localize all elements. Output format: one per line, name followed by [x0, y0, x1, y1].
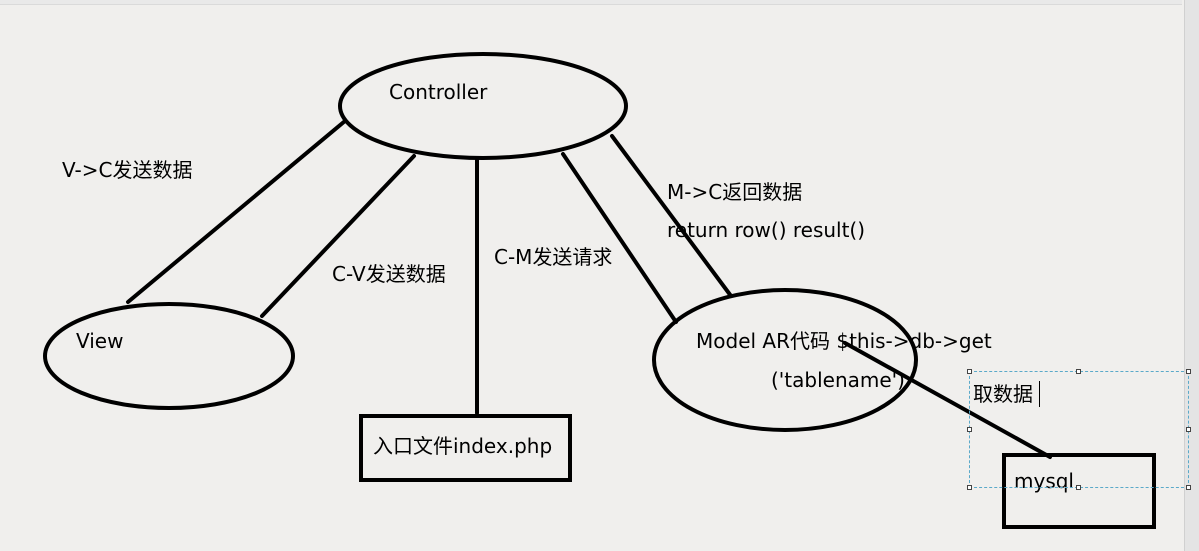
controller-label: Controller	[389, 80, 488, 104]
resize-handle[interactable]	[967, 369, 972, 374]
view-node[interactable]	[43, 302, 295, 410]
model-label-line2: ('tablename')	[771, 368, 905, 392]
resize-handle[interactable]	[967, 485, 972, 490]
edge-c-to-m	[561, 152, 678, 324]
text-caret	[1039, 381, 1040, 407]
fetch-data-label[interactable]: 取数据	[973, 384, 1033, 404]
resize-handle[interactable]	[1186, 369, 1191, 374]
model-label-line1: Model AR代码 $this->db->get	[696, 329, 992, 353]
edge-label-v-to-c: V->C发送数据	[62, 158, 193, 182]
edge-label-m-to-c-line2: return row() result()	[667, 218, 866, 242]
resize-handle[interactable]	[967, 427, 972, 432]
resize-handle[interactable]	[1076, 485, 1081, 490]
resize-handle[interactable]	[1186, 485, 1191, 490]
controller-node[interactable]	[338, 52, 628, 160]
edge-label-m-to-c-line1: M->C返回数据	[667, 180, 803, 204]
view-label: View	[76, 329, 124, 353]
resize-handle[interactable]	[1186, 427, 1191, 432]
edge-m-to-c	[610, 134, 733, 298]
resize-handle[interactable]	[1076, 369, 1081, 374]
edge-v-to-c	[126, 119, 347, 304]
diagram-canvas: Controller View Model AR代码 $this->db->ge…	[0, 0, 1199, 551]
edge-c-to-v	[260, 154, 416, 318]
entry-file-label: 入口文件index.php	[373, 434, 553, 458]
edge-label-c-to-m: C-M发送请求	[494, 245, 613, 269]
edge-label-c-to-v: C-V发送数据	[332, 262, 446, 286]
